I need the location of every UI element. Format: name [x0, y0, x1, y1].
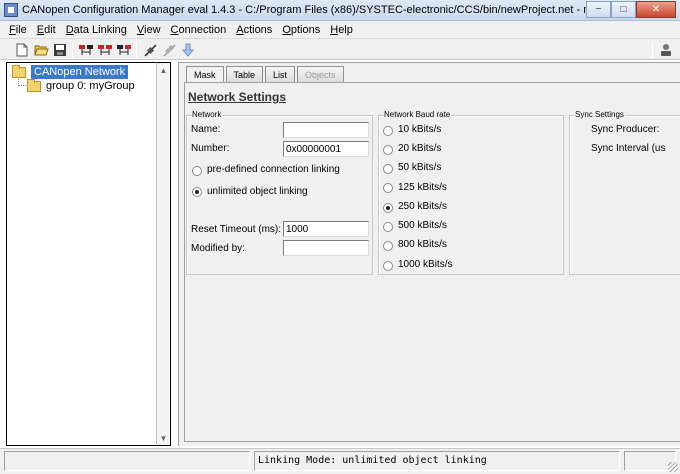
menu-actions-label: Actions: [236, 23, 273, 36]
link-red-1-icon[interactable]: [78, 42, 94, 58]
app-icon: [4, 3, 18, 17]
toolbar: [0, 38, 680, 60]
status-cell-left: [4, 451, 250, 471]
baud-label-1000: 1000 kBits/s: [398, 259, 453, 270]
name-field[interactable]: [283, 122, 369, 138]
menu-connection-label: Connection: [170, 23, 227, 36]
menu-actions[interactable]: Actions: [231, 24, 277, 36]
tab-bar: Mask Table List Objects: [186, 66, 346, 83]
number-field[interactable]: [283, 141, 369, 157]
menu-help-label: Help: [330, 23, 353, 36]
baud-radio-10[interactable]: [383, 126, 393, 136]
network-tree[interactable]: CANopen Network group 0: myGroup: [6, 62, 156, 446]
baud-radio-50[interactable]: [383, 164, 393, 174]
menu-options-label: Options: [282, 23, 321, 36]
toolbar-separator: [72, 42, 73, 58]
window-controls: − □ ✕: [586, 1, 676, 18]
folder-icon: [12, 64, 26, 78]
predefined-linking-radio[interactable]: [192, 166, 202, 176]
title-bar: CANopen Configuration Manager eval 1.4.3…: [0, 0, 680, 21]
link-red-2-icon[interactable]: [97, 42, 113, 58]
baud-radio-500[interactable]: [383, 222, 393, 232]
tab-mask-label: Mask: [194, 70, 216, 80]
menu-connection[interactable]: Connection: [166, 24, 232, 36]
predefined-linking-label: pre-defined connection linking: [207, 164, 340, 175]
sync-settings-group-label: Sync Settings: [574, 110, 625, 119]
menu-options[interactable]: Options: [277, 24, 325, 36]
menu-bar: File Edit Data Linking View Connection A…: [0, 21, 680, 38]
download-arrow-icon[interactable]: [180, 42, 196, 58]
tab-table-label: Table: [233, 69, 256, 80]
menu-data-linking[interactable]: Data Linking: [61, 24, 132, 36]
disconnect-plug-icon[interactable]: [161, 42, 177, 58]
baud-label-800: 800 kBits/s: [398, 239, 447, 250]
tab-objects[interactable]: Objects: [297, 66, 344, 82]
name-label: Name:: [191, 124, 221, 135]
tree-node-group[interactable]: group 0: myGroup: [27, 78, 135, 93]
baud-label-125: 125 kBits/s: [398, 182, 447, 193]
tab-table[interactable]: Table: [225, 66, 264, 82]
save-icon[interactable]: [52, 42, 68, 58]
tab-list-label: List: [273, 69, 288, 80]
open-folder-icon[interactable]: [33, 42, 49, 58]
tree-node-root-label: CANopen Network: [31, 65, 129, 79]
new-file-icon[interactable]: [14, 42, 30, 58]
maximize-button[interactable]: □: [611, 1, 636, 18]
menu-file[interactable]: File: [4, 24, 32, 36]
modified-by-field[interactable]: [283, 240, 369, 256]
sync-settings-group: Sync Settings: [569, 110, 680, 275]
network-settings-title: Network Settings: [188, 90, 287, 104]
baud-radio-250[interactable]: [383, 203, 393, 213]
menu-help[interactable]: Help: [325, 24, 358, 36]
tree-scrollbar[interactable]: ▲ ▼: [156, 62, 171, 446]
unlimited-linking-radio[interactable]: [192, 187, 202, 197]
baud-label-20: 20 kBits/s: [398, 143, 442, 154]
baud-radio-1000[interactable]: [383, 261, 393, 271]
toolbar-separator: [652, 42, 653, 58]
tab-objects-label: Objects: [305, 69, 336, 80]
baud-radio-800[interactable]: [383, 241, 393, 251]
link-red-3-icon[interactable]: [116, 42, 132, 58]
menu-file-label: File: [9, 23, 27, 36]
baud-label-10: 10 kBits/s: [398, 124, 442, 135]
tree-node-root[interactable]: CANopen Network: [12, 64, 129, 79]
reset-timeout-field[interactable]: [283, 221, 369, 237]
sync-producer-label: Sync Producer:: [591, 124, 660, 135]
linking-mode-status: Linking Mode: unlimited object linking: [258, 455, 487, 466]
scroll-up-icon[interactable]: ▲: [157, 64, 170, 76]
minimize-button[interactable]: −: [586, 1, 611, 18]
resize-grip-icon[interactable]: [668, 462, 678, 472]
status-bar: Linking Mode: unlimited object linking: [0, 448, 680, 474]
menu-view[interactable]: View: [132, 24, 166, 36]
tree-connector: [18, 85, 26, 86]
baud-label-250: 250 kBits/s: [398, 201, 447, 212]
reset-timeout-label: Reset Timeout (ms):: [191, 224, 282, 235]
connect-plug-icon[interactable]: [142, 42, 158, 58]
menu-edit-label: Edit: [36, 23, 56, 36]
number-label: Number:: [191, 143, 230, 154]
sync-interval-label: Sync Interval (us: [591, 143, 666, 154]
menu-data-linking-label: Data Linking: [65, 23, 127, 36]
modified-by-label: Modified by:: [191, 243, 245, 254]
toolbar-separator: [136, 42, 137, 58]
baud-rate-group-label: Network Baud rate: [383, 110, 452, 119]
tab-mask[interactable]: Mask: [186, 66, 224, 83]
unlimited-linking-label: unlimited object linking: [207, 186, 308, 197]
menu-view-label: View: [136, 23, 161, 36]
close-button[interactable]: ✕: [636, 1, 676, 18]
tab-list[interactable]: List: [265, 66, 296, 82]
tree-node-group-label: group 0: myGroup: [46, 80, 135, 92]
user-lock-icon[interactable]: [658, 42, 674, 58]
network-group-label: Network: [191, 110, 223, 119]
baud-radio-20[interactable]: [383, 145, 393, 155]
baud-label-500: 500 kBits/s: [398, 220, 447, 231]
baud-radio-125[interactable]: [383, 183, 393, 193]
baud-rate-group: Network Baud rate: [378, 110, 564, 275]
folder-icon: [27, 78, 41, 92]
window-title: CANopen Configuration Manager eval 1.4.3…: [22, 4, 653, 16]
baud-label-50: 50 kBits/s: [398, 162, 442, 173]
scroll-down-icon[interactable]: ▼: [157, 432, 170, 444]
menu-edit[interactable]: Edit: [32, 24, 61, 36]
